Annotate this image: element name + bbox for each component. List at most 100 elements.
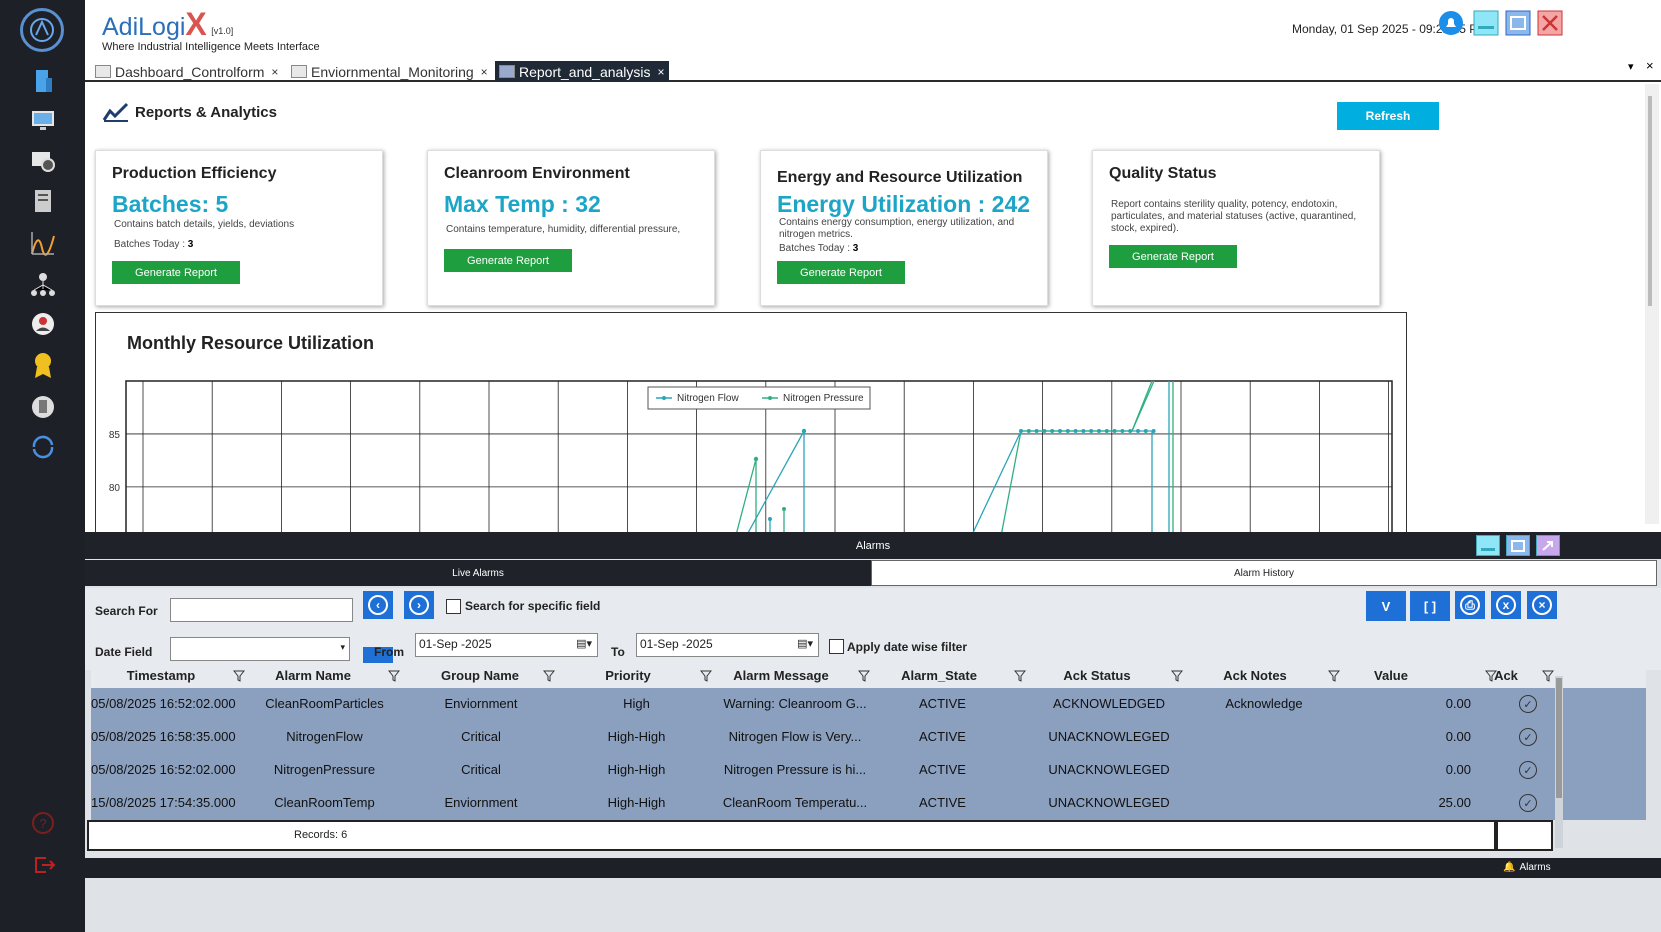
table-row[interactable]: 05/08/2025 16:52:02.000 CleanRoomParticle… [91,688,1646,721]
apply-filter-checkbox[interactable] [829,639,844,654]
column-header[interactable]: Alarm Name [238,668,388,683]
export-button[interactable]: x [1491,591,1521,619]
sync-icon[interactable] [26,430,60,464]
cell-ack-status: ACKNOWLEDGED [1053,696,1165,711]
generate-report-button[interactable]: Generate Report [1109,245,1237,268]
column-header[interactable]: Alarm Message [706,668,856,683]
minimize-icon[interactable] [1473,10,1499,36]
table-row[interactable]: 15/08/2025 17:54:35.000 CleanRoomTemp Envi… [91,787,1646,820]
page-title: Reports & Analytics [103,102,277,122]
notification-icon[interactable] [1438,10,1464,36]
column-header[interactable]: Ack [1486,668,1526,683]
column-header[interactable]: Priority [578,668,678,683]
card-quality: Quality Status Report contains sterility… [1092,150,1380,306]
print-button[interactable]: ⎙ [1455,591,1485,619]
chart-icon[interactable] [26,226,60,260]
content-scrollbar[interactable] [1645,84,1659,524]
cell-state: ACTIVE [919,696,966,711]
scrollbar-thumb[interactable] [1556,678,1562,798]
status-bar: 🔔 Alarms [85,858,1661,878]
generate-report-button[interactable]: Generate Report [777,261,905,284]
tab-alarm-history[interactable]: Alarm History [871,560,1657,586]
apply-filter-label: Apply date wise filter [847,640,968,654]
close-tab-icon[interactable]: × [481,65,488,79]
ack-check-icon[interactable]: ✓ [1519,695,1537,713]
search-input[interactable] [170,598,353,622]
date-field-select[interactable]: ▾ [170,637,350,661]
column-header[interactable]: Ack Notes [1200,668,1310,683]
settings-screen-icon[interactable] [26,144,60,178]
scrollbar-thumb[interactable] [1648,96,1652,306]
table-row[interactable]: 05/08/2025 16:58:35.000 NitrogenFlow Criti… [91,721,1646,754]
refresh-button[interactable]: Refresh [1337,102,1439,130]
panel-maximize-icon[interactable] [1506,535,1530,556]
version: [v1.0] [211,26,234,36]
tabs-dropdown-icon[interactable]: ▾ [1628,60,1634,73]
table-scrollbar[interactable] [1555,676,1563,848]
logout-icon[interactable] [26,848,60,882]
column-header[interactable]: Value [1326,668,1456,683]
award-icon[interactable] [26,348,60,382]
cell-value: 0.00 [1445,762,1471,777]
cell-name: NitrogenFlow [286,729,363,744]
filter-icon[interactable] [1542,670,1554,682]
ack-check-icon[interactable]: ✓ [1519,794,1537,812]
network-icon[interactable] [26,268,60,302]
generate-report-button[interactable]: Generate Report [444,249,572,272]
to-date-input[interactable]: 01-Sep -2025 ▤▾ [636,633,819,657]
column-header[interactable]: Group Name [415,668,545,683]
card-cleanroom: Cleanroom Environment Max Temp : 32 Cont… [427,150,715,306]
tab-report[interactable]: Report_and_analysis × [495,61,669,82]
tabs-close-icon[interactable]: × [1646,58,1654,73]
report-icon[interactable] [26,184,60,218]
tab-environmental[interactable]: Enviornmental_Monitoring × [287,61,492,82]
user-icon[interactable] [26,307,60,341]
data-point [1097,429,1101,433]
monitor-icon[interactable] [26,103,60,137]
next-page-button[interactable]: › [404,591,434,619]
prev-page-button[interactable]: ‹ [363,591,393,619]
bracket-button[interactable]: [ ] [1410,591,1450,621]
tab-dashboard[interactable]: Dashboard_Controlform × [91,61,282,82]
data-point [1089,429,1094,433]
table-row[interactable]: 05/08/2025 16:52:02.000 NitrogenPressure C… [91,754,1646,787]
ack-check-icon[interactable]: ✓ [1519,728,1537,746]
maximize-icon[interactable] [1505,10,1531,36]
svg-text:?: ? [39,816,46,831]
close-tab-icon[interactable]: × [658,65,665,79]
clear-button[interactable]: × [1527,591,1557,619]
v-button[interactable]: V [1366,591,1406,621]
column-header[interactable]: Alarm_State [889,668,989,683]
alarm-table-header: Timestamp Alarm Name Group Name Priority Ala… [91,663,1646,688]
help-icon[interactable]: ? [26,806,60,840]
generate-report-button[interactable]: Generate Report [112,261,240,284]
cell-value: 0.00 [1445,696,1471,711]
column-header[interactable]: Timestamp [86,668,236,683]
filter-icon[interactable] [388,670,400,682]
batches-today: Batches Today : 3 [779,243,858,254]
column-header[interactable]: Ack Status [1032,668,1162,683]
building-icon[interactable] [26,64,60,98]
panel-popout-icon[interactable] [1536,535,1560,556]
batches-today: Batches Today : 3 [114,239,193,250]
date-field-label: Date Field [95,645,153,659]
filter-icon[interactable] [1014,670,1026,682]
app-logo[interactable] [20,8,64,52]
panel-minimize-icon[interactable] [1476,535,1500,556]
from-date-input[interactable]: 01-Sep -2025 ▤▾ [415,633,598,657]
filter-icon[interactable] [1171,670,1183,682]
specific-field-checkbox[interactable] [446,599,461,614]
status-alarms[interactable]: 🔔 Alarms [1503,862,1551,873]
close-app-icon[interactable] [1537,10,1563,36]
tab-live-alarms[interactable]: Live Alarms [85,560,871,586]
calendar-icon[interactable]: ▤▾ [797,637,813,650]
close-tab-icon[interactable]: × [271,65,278,79]
search-label: Search For [95,604,158,618]
filter-icon[interactable] [543,670,555,682]
ack-check-icon[interactable]: ✓ [1519,761,1537,779]
data-point [1120,429,1125,433]
calendar-icon[interactable]: ▤▾ [576,637,592,650]
document-icon[interactable] [26,390,60,424]
filter-icon[interactable] [858,670,870,682]
form-icon [95,65,111,78]
